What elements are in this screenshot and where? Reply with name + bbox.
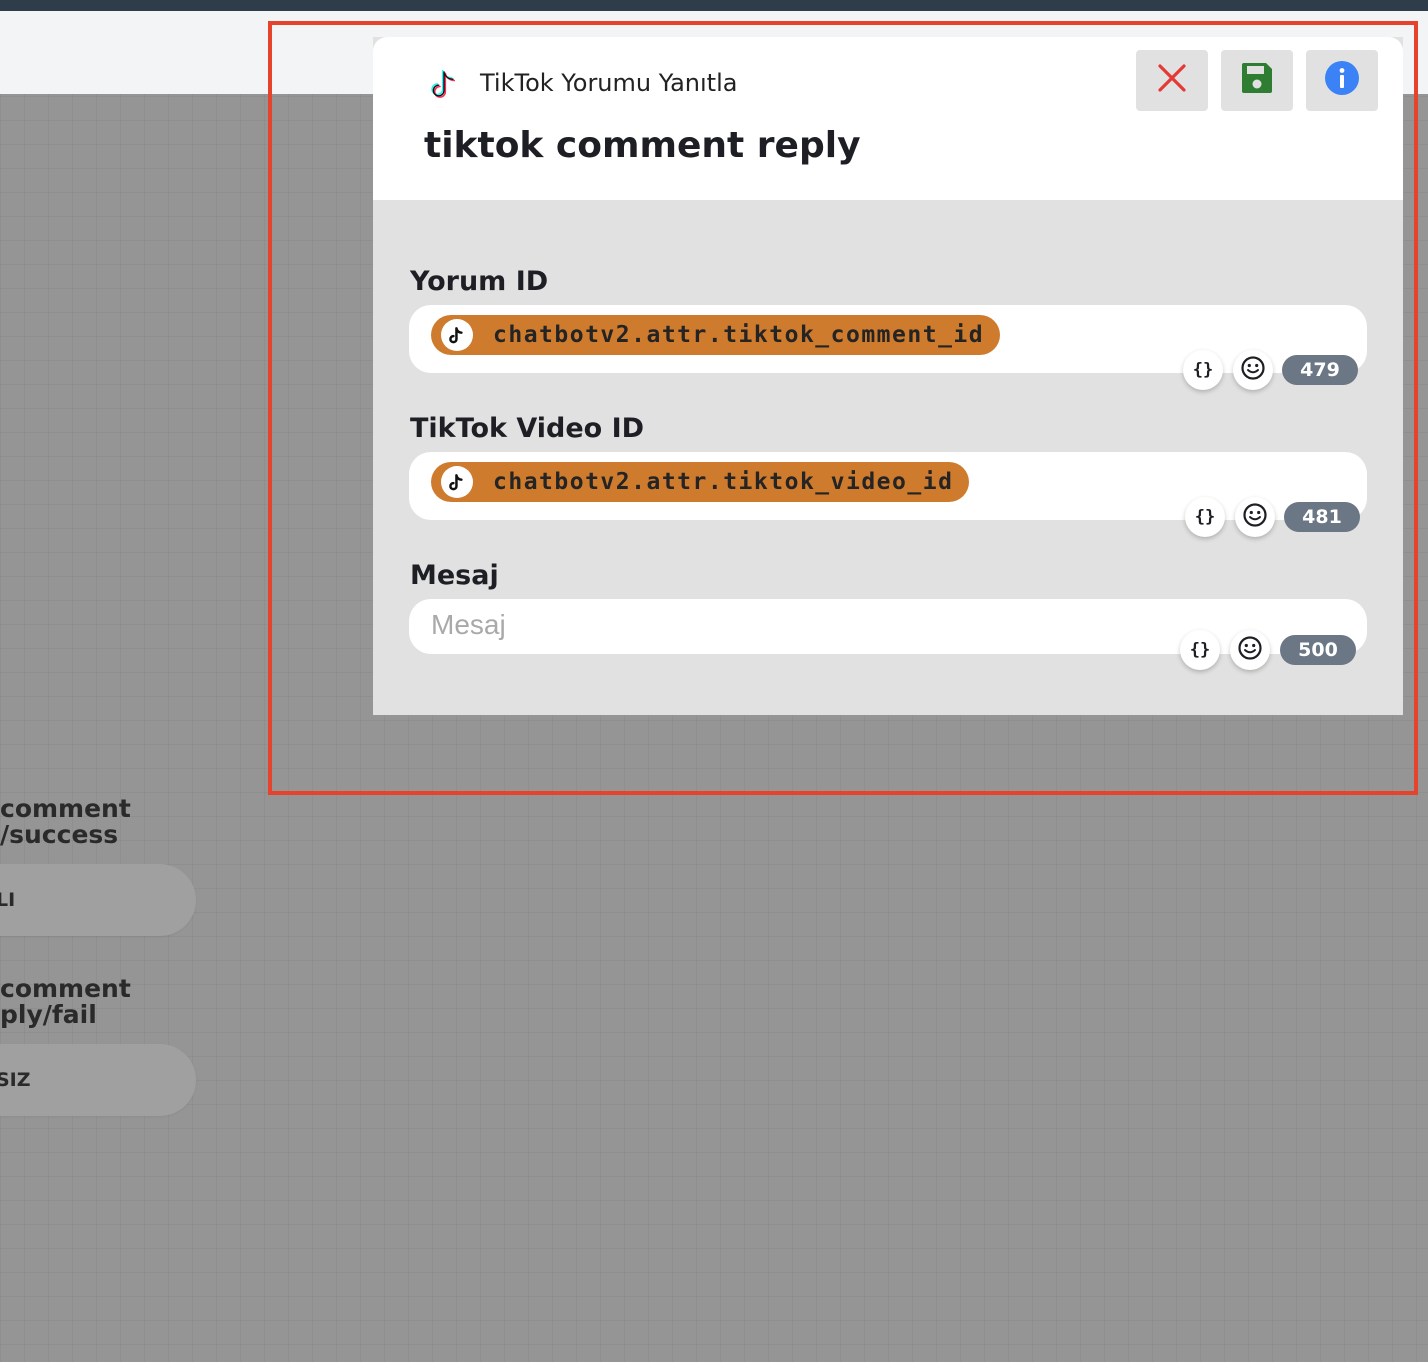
- message-placeholder: Mesaj: [431, 609, 506, 640]
- curly-braces-icon: {}: [1194, 507, 1216, 527]
- remaining-characters-badge: 479: [1282, 355, 1358, 385]
- field-label-video-id: TikTok Video ID: [410, 413, 645, 444]
- canvas-node-title-line: /success: [0, 820, 119, 849]
- canvas-node-title-fail: comment ply/fail: [0, 976, 200, 1028]
- save-button[interactable]: [1221, 50, 1293, 111]
- insert-emoji-button[interactable]: [1235, 497, 1275, 537]
- message-field[interactable]: Mesaj: [409, 599, 1367, 654]
- tiktok-logo-icon: [441, 319, 473, 351]
- close-button[interactable]: [1136, 50, 1208, 111]
- canvas-node-title-success: comment /success: [0, 796, 200, 848]
- tiktok-comment-reply-modal: TikTok Yorumu Yanıtla tiktok comment rep…: [373, 37, 1403, 715]
- insert-emoji-button[interactable]: [1233, 350, 1273, 390]
- info-circle-icon: [1324, 60, 1360, 101]
- insert-variable-button[interactable]: {}: [1183, 350, 1223, 390]
- insert-variable-button[interactable]: {}: [1185, 497, 1225, 537]
- info-button[interactable]: [1306, 50, 1378, 111]
- field-label-comment-id: Yorum ID: [410, 266, 549, 297]
- floppy-disk-icon: [1240, 61, 1274, 100]
- remaining-characters-badge: 481: [1284, 502, 1360, 532]
- curly-braces-icon: {}: [1189, 640, 1211, 660]
- modal-header: TikTok Yorumu Yanıtla tiktok comment rep…: [373, 37, 1403, 200]
- curly-braces-icon: {}: [1192, 360, 1214, 380]
- variable-chip-text: chatbotv2.attr.tiktok_video_id: [493, 469, 954, 495]
- modal-subtitle: TikTok Yorumu Yanıtla: [480, 69, 738, 97]
- variable-chip[interactable]: chatbotv2.attr.tiktok_video_id: [431, 462, 970, 502]
- close-x-icon: [1157, 63, 1187, 98]
- smiley-icon: [1242, 502, 1268, 533]
- smiley-icon: [1237, 635, 1263, 666]
- top-strip: [0, 0, 1428, 11]
- modal-title[interactable]: tiktok comment reply: [424, 124, 861, 168]
- variable-chip[interactable]: chatbotv2.attr.tiktok_comment_id: [431, 315, 1001, 355]
- canvas-node-title-line: comment: [0, 794, 131, 823]
- variable-chip-text: chatbotv2.attr.tiktok_comment_id: [493, 322, 985, 348]
- tiktok-logo-icon: [441, 466, 473, 498]
- canvas-node-title-line: comment: [0, 974, 131, 1003]
- remaining-characters-badge: 500: [1280, 635, 1356, 665]
- canvas-node-pill-fail[interactable]: SIZ: [0, 1044, 196, 1116]
- comment-id-field[interactable]: chatbotv2.attr.tiktok_comment_id: [409, 305, 1367, 373]
- insert-emoji-button[interactable]: [1230, 630, 1270, 670]
- canvas-node-pill-success[interactable]: LI: [0, 864, 196, 936]
- field-label-message: Mesaj: [410, 560, 499, 591]
- canvas-node-title-line: ply/fail: [0, 1000, 97, 1029]
- tiktok-logo-icon: [425, 63, 465, 103]
- insert-variable-button[interactable]: {}: [1180, 630, 1220, 670]
- smiley-icon: [1240, 355, 1266, 386]
